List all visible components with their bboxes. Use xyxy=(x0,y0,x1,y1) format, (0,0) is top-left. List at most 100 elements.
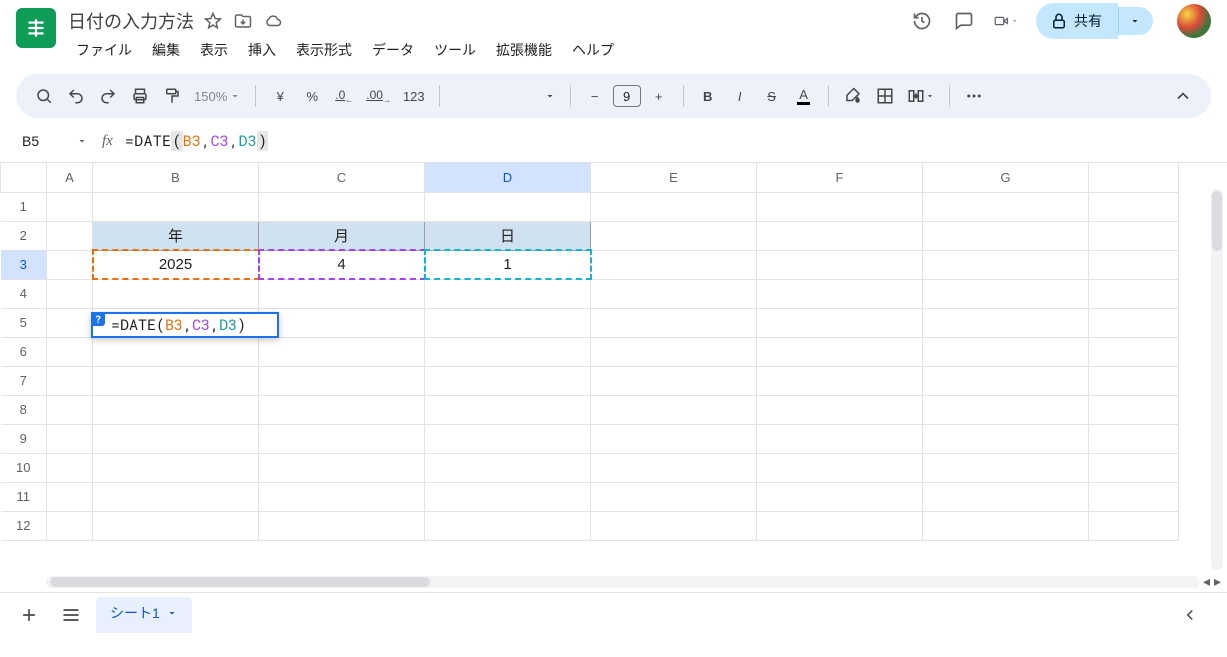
more-formats-button[interactable]: 123 xyxy=(399,82,429,110)
menu-tools[interactable]: ツール xyxy=(426,36,484,64)
cell-D2[interactable]: 日 xyxy=(425,221,591,250)
share-dropdown[interactable] xyxy=(1118,7,1153,35)
row-header-11[interactable]: 11 xyxy=(1,482,47,511)
col-header-C[interactable]: C xyxy=(259,163,425,192)
percent-button[interactable]: % xyxy=(298,82,326,110)
tabstrip-scroll-button[interactable] xyxy=(1181,606,1215,624)
bold-button[interactable]: B xyxy=(694,82,722,110)
add-sheet-button[interactable] xyxy=(12,598,46,632)
meet-icon[interactable] xyxy=(994,9,1018,33)
menu-view[interactable]: 表示 xyxy=(192,36,236,64)
col-header-F[interactable]: F xyxy=(757,163,923,192)
more-toolbar-button[interactable] xyxy=(960,82,988,110)
cell-B3[interactable]: 2025 xyxy=(93,250,259,279)
cell-C1[interactable] xyxy=(259,192,425,221)
cloud-status-icon[interactable] xyxy=(264,12,282,30)
vertical-scrollbar[interactable] xyxy=(1211,189,1223,570)
decrease-decimal-button[interactable]: .0← xyxy=(330,82,358,110)
redo-button[interactable] xyxy=(94,82,122,110)
cell-F2[interactable] xyxy=(757,221,923,250)
cell-E3[interactable] xyxy=(591,250,757,279)
borders-button[interactable] xyxy=(871,82,899,110)
row-header-6[interactable]: 6 xyxy=(1,337,47,366)
cell-B2[interactable]: 年 xyxy=(93,221,259,250)
star-icon[interactable] xyxy=(204,12,222,30)
share-label: 共有 xyxy=(1074,11,1102,31)
cell-E2[interactable] xyxy=(591,221,757,250)
cell-G1[interactable] xyxy=(923,192,1089,221)
menu-data[interactable]: データ xyxy=(364,36,422,64)
zoom-select[interactable]: 150% xyxy=(190,82,245,110)
merge-cells-button[interactable] xyxy=(903,82,939,110)
row-header-8[interactable]: 8 xyxy=(1,395,47,424)
cell-C2[interactable]: 月 xyxy=(259,221,425,250)
row-header-4[interactable]: 4 xyxy=(1,279,47,308)
cell-D3[interactable]: 1 xyxy=(425,250,591,279)
col-header-G[interactable]: G xyxy=(923,163,1089,192)
cell-F1[interactable] xyxy=(757,192,923,221)
cell-editor[interactable]: ? =DATE(B3,C3,D3) xyxy=(91,312,279,338)
cell-E1[interactable] xyxy=(591,192,757,221)
undo-button[interactable] xyxy=(62,82,90,110)
search-menu-button[interactable] xyxy=(30,82,58,110)
menu-edit[interactable]: 編集 xyxy=(144,36,188,64)
cell-A2[interactable] xyxy=(47,221,93,250)
sheet-tab-1[interactable]: シート1 xyxy=(96,597,192,633)
horizontal-scrollbar[interactable] xyxy=(46,576,1199,588)
cell-D1[interactable] xyxy=(425,192,591,221)
scroll-left-icon[interactable]: ◂ xyxy=(1203,573,1210,590)
sheets-logo[interactable] xyxy=(16,8,56,48)
row-header-2[interactable]: 2 xyxy=(1,221,47,250)
font-size-increase[interactable]: + xyxy=(645,82,673,110)
row-header-9[interactable]: 9 xyxy=(1,424,47,453)
col-header-D[interactable]: D xyxy=(425,163,591,192)
font-size-input[interactable]: 9 xyxy=(613,85,641,107)
row-header-3[interactable]: 3 xyxy=(1,250,47,279)
all-sheets-button[interactable] xyxy=(54,598,88,632)
collapse-toolbar-button[interactable] xyxy=(1169,82,1197,110)
print-button[interactable] xyxy=(126,82,154,110)
cell-F3[interactable] xyxy=(757,250,923,279)
font-family-select[interactable] xyxy=(450,82,560,110)
col-header-A[interactable]: A xyxy=(47,163,93,192)
row-header-5[interactable]: 5 xyxy=(1,308,47,337)
font-size-decrease[interactable]: − xyxy=(581,82,609,110)
menu-file[interactable]: ファイル xyxy=(68,36,140,64)
menu-format[interactable]: 表示形式 xyxy=(288,36,360,64)
col-header-B[interactable]: B xyxy=(93,163,259,192)
scroll-right-icon[interactable]: ▸ xyxy=(1214,573,1221,590)
cell-G3[interactable] xyxy=(923,250,1089,279)
comments-icon[interactable] xyxy=(952,9,976,33)
formula-help-icon[interactable]: ? xyxy=(91,312,105,326)
menu-insert[interactable]: 挿入 xyxy=(240,36,284,64)
cell-A3[interactable] xyxy=(47,250,93,279)
text-color-button[interactable]: A xyxy=(790,82,818,110)
cell-C3[interactable]: 4 xyxy=(259,250,425,279)
row-header-1[interactable]: 1 xyxy=(1,192,47,221)
move-icon[interactable] xyxy=(234,12,252,30)
col-header-blank[interactable] xyxy=(1089,163,1179,192)
cell-B1[interactable] xyxy=(93,192,259,221)
strikethrough-button[interactable]: S xyxy=(758,82,786,110)
row-header-7[interactable]: 7 xyxy=(1,366,47,395)
cell-A1[interactable] xyxy=(47,192,93,221)
select-all-corner[interactable] xyxy=(1,163,47,192)
cell-G2[interactable] xyxy=(923,221,1089,250)
fill-color-button[interactable] xyxy=(839,82,867,110)
menu-help[interactable]: ヘルプ xyxy=(564,36,622,64)
share-button[interactable]: 共有 xyxy=(1036,3,1118,39)
italic-button[interactable]: I xyxy=(726,82,754,110)
row-header-10[interactable]: 10 xyxy=(1,453,47,482)
row-header-12[interactable]: 12 xyxy=(1,511,47,540)
doc-title[interactable]: 日付の入力方法 xyxy=(68,8,194,34)
history-icon[interactable] xyxy=(910,9,934,33)
currency-button[interactable]: ¥ xyxy=(266,82,294,110)
name-box[interactable]: B5 xyxy=(16,128,90,154)
spreadsheet-grid[interactable]: A B C D E F G 1 2 年 月 日 3 2025 4 1 4 xyxy=(0,162,1227,592)
formula-bar[interactable]: =DATE(B3,C3,D3) xyxy=(125,131,1211,151)
account-avatar[interactable] xyxy=(1177,4,1211,38)
paint-format-button[interactable] xyxy=(158,82,186,110)
col-header-E[interactable]: E xyxy=(591,163,757,192)
menu-extensions[interactable]: 拡張機能 xyxy=(488,36,560,64)
increase-decimal-button[interactable]: .00→ xyxy=(362,82,395,110)
